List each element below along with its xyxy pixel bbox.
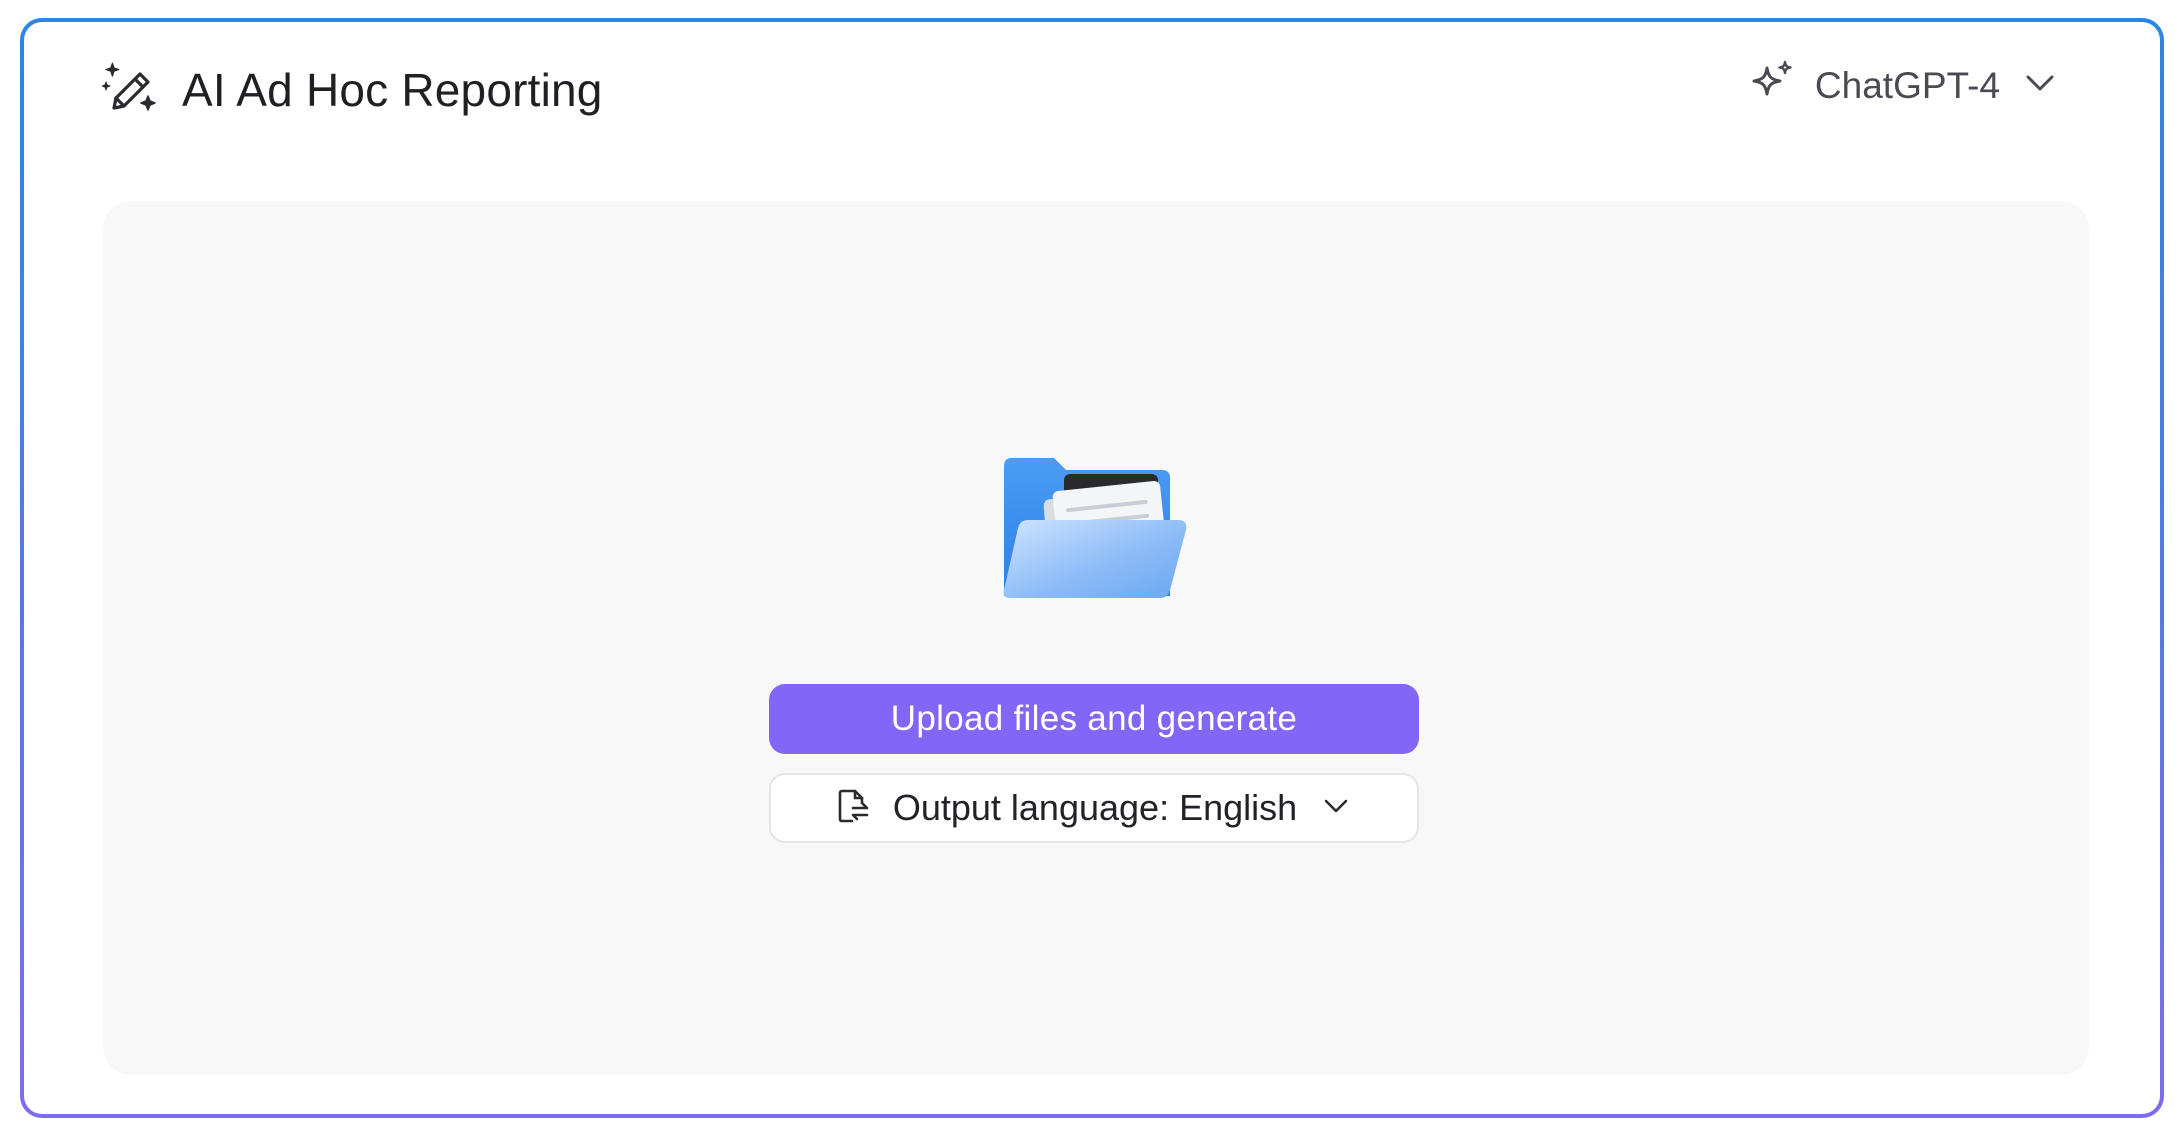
page-title: AI Ad Hoc Reporting [182,63,603,116]
chevron-down-icon [1319,789,1353,828]
chevron-down-icon [2020,63,2060,108]
card-header: AI Ad Hoc Reporting [101,58,603,121]
upload-files-button[interactable]: Upload files and generate [769,684,1419,754]
model-selector[interactable]: ChatGPT-4 [1749,60,2060,111]
upload-dropzone[interactable]: Upload files and generate Output languag… [103,201,2089,1075]
output-language-select[interactable]: Output language: English [769,773,1419,843]
document-translate-icon [835,788,871,829]
report-card: AI Ad Hoc Reporting ChatGPT-4 Upload fil… [24,22,2160,1114]
output-language-label: Output language: English [892,787,1298,828]
sparkle-icon [1749,60,1795,111]
magic-pen-icon [101,58,160,121]
report-card-border: AI Ad Hoc Reporting ChatGPT-4 Upload fil… [20,18,2164,1118]
folder-documents-icon [998,446,1194,616]
model-selector-label: ChatGPT-4 [1814,64,2000,106]
